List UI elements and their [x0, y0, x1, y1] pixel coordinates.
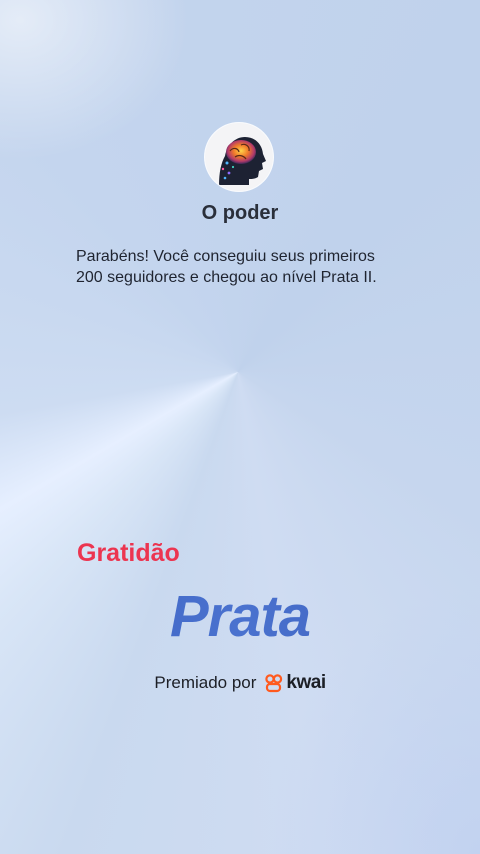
- badge-label: Gratidão: [77, 539, 180, 567]
- kwai-logo-icon: [265, 674, 283, 693]
- award-prefix: Premiado por: [154, 673, 257, 692]
- congratulation-message: Parabéns! Você conseguiu seus primeiros …: [76, 246, 426, 288]
- brain-portrait-icon: [205, 123, 273, 191]
- kwai-brand[interactable]: kwai: [264, 672, 326, 694]
- message-line-2: 200 seguidores e chegou ao nível Prata I…: [76, 269, 377, 286]
- kwai-wordmark: kwai: [286, 672, 326, 693]
- award-line: Premiado por kwai: [0, 672, 480, 694]
- message-line-1: Parabéns! Você conseguiu seus primeiros: [76, 248, 375, 265]
- profile-name: O poder: [201, 202, 279, 224]
- avatar[interactable]: [205, 123, 273, 191]
- level-title: Prata: [0, 583, 480, 650]
